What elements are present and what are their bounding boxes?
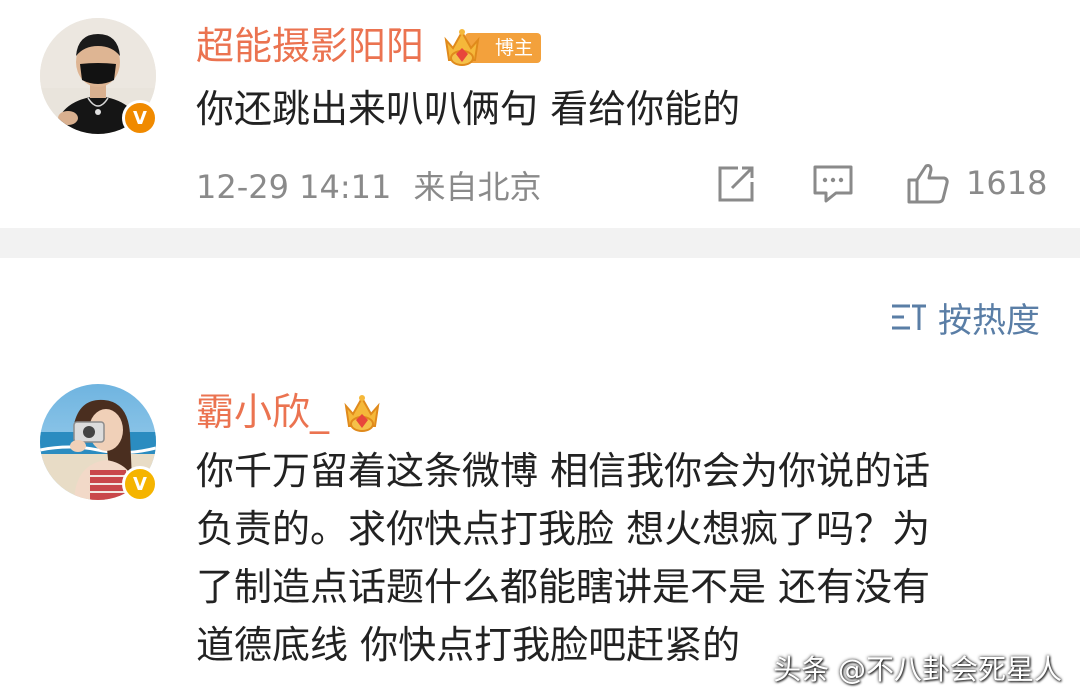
comment-text: 你千万留着这条微博 相信我你会为你说的话 负责的。求你快点打我脸 想火想疯了吗？… xyxy=(196,444,1056,676)
verified-badge: V xyxy=(122,100,158,136)
badge-label: 博主 xyxy=(495,37,534,59)
crown-icon xyxy=(444,29,480,66)
verified-badge: V xyxy=(122,466,158,502)
comment-line: 你千万留着这条微博 相信我你会为你说的话 xyxy=(196,449,931,493)
comment-location: 来自北京 xyxy=(413,168,542,206)
section-divider xyxy=(0,228,1080,258)
sort-label: 按热度 xyxy=(938,300,1040,341)
timestamp: 12-29 14:11 来自北京 xyxy=(196,162,542,208)
verified-mark: V xyxy=(133,473,147,495)
like-icon xyxy=(907,164,949,204)
username[interactable]: 霸小欣_ xyxy=(196,390,329,434)
comment-line: 了制造点话题什么都能瞎讲是不是 还有没有 xyxy=(196,565,931,609)
comment-icon[interactable] xyxy=(812,164,854,204)
watermark: 头条 @不八卦会死星人 xyxy=(773,653,1062,686)
like-count: 1618 xyxy=(966,164,1048,202)
verified-mark: V xyxy=(133,107,147,129)
share-icon[interactable] xyxy=(716,164,756,204)
like-button[interactable]: 1618 xyxy=(906,160,1047,206)
sort-icon xyxy=(892,304,926,330)
crown-icon xyxy=(344,395,380,432)
comment-line: 负责的。求你快点打我脸 想火想疯了吗？为 xyxy=(196,507,931,551)
username[interactable]: 超能摄影阳阳 xyxy=(196,24,424,68)
comment-time: 12-29 14:11 xyxy=(196,168,392,206)
comment-text: 你还跳出来叭叭俩句 看给你能的 xyxy=(196,87,741,131)
sort-button[interactable]: 按热度 xyxy=(890,294,1040,341)
